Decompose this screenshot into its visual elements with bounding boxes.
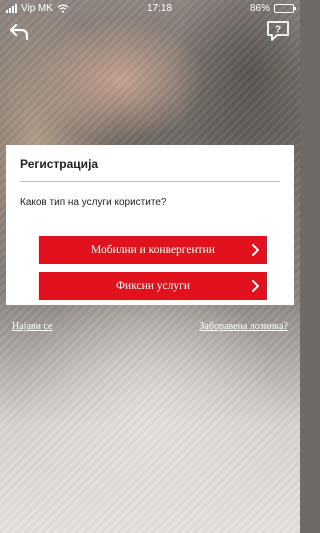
- help-chat-button[interactable]: ?: [266, 20, 290, 42]
- battery-percent: 86%: [249, 2, 270, 14]
- mobile-convergent-label: Мобилни и конвергентни: [91, 244, 215, 256]
- back-button[interactable]: [8, 22, 32, 42]
- battery-icon: [273, 3, 296, 13]
- status-left: Vip MK: [6, 3, 69, 14]
- status-bar: Vip MK 17:18 86%: [0, 0, 300, 16]
- chevron-right-icon: [252, 280, 259, 292]
- card-divider: [20, 181, 280, 182]
- mobile-convergent-button[interactable]: Мобилни и конвергентни: [39, 236, 267, 264]
- status-right: 86%: [249, 2, 296, 14]
- service-type-question: Каков тип на услуги користите?: [20, 197, 167, 208]
- login-link[interactable]: Најави се: [12, 321, 52, 332]
- status-time: 17:18: [147, 2, 173, 14]
- signal-icon: [6, 3, 17, 13]
- registration-card: Регистрација Каков тип на услуги користи…: [6, 145, 294, 305]
- carrier-name: Vip MK: [21, 2, 54, 14]
- fixed-services-button[interactable]: Фиксни услуги: [39, 272, 267, 300]
- forgot-password-link[interactable]: Заборавена лозинка?: [199, 321, 288, 332]
- fixed-services-label: Фиксни услуги: [115, 280, 191, 292]
- back-arrow-icon: [9, 23, 29, 41]
- chat-help-icon: ?: [267, 21, 289, 41]
- chevron-right-icon: [252, 244, 259, 256]
- svg-text:?: ?: [275, 25, 281, 36]
- card-title: Регистрација: [20, 157, 99, 171]
- wifi-icon: [57, 3, 69, 13]
